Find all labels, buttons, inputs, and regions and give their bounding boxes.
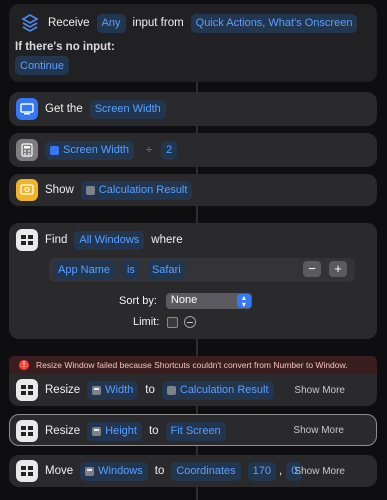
comma-separator: ,	[279, 465, 283, 477]
move-window-action[interactable]: Move Windows to Coordinates 170 , 0 Show…	[9, 455, 377, 487]
sort-by-label: Sort by:	[119, 295, 157, 307]
height-token[interactable]: Height	[87, 421, 142, 441]
find-label: Find	[45, 234, 68, 246]
show-more-button[interactable]: Show More	[294, 385, 345, 396]
show-more-button[interactable]: Show More	[293, 425, 344, 436]
input-type-token[interactable]: Any	[96, 13, 126, 33]
width-token[interactable]: Width	[87, 380, 139, 400]
all-windows-token[interactable]: All Windows	[74, 230, 145, 250]
no-input-action-token[interactable]: Continue	[15, 56, 70, 75]
resize-label: Resize	[45, 384, 81, 396]
receive-input-card: Receive Any input from Quick Actions, Wh…	[9, 4, 377, 82]
limit-checkbox[interactable]	[167, 316, 179, 328]
remove-filter-button[interactable]: −	[303, 261, 321, 277]
filter-field-token[interactable]: App Name	[53, 260, 115, 279]
resize-height-action[interactable]: Resize Height to Fit Screen Show More	[9, 414, 377, 446]
width-name: Width	[105, 384, 134, 396]
input-from-text: input from	[132, 17, 184, 29]
sort-by-dropdown[interactable]: None ▴ ▾	[165, 293, 252, 309]
operator-token[interactable]: ÷	[144, 141, 154, 160]
screen-icon	[16, 98, 38, 120]
shortcuts-icon	[19, 12, 41, 34]
filter-row: App Name is Safari − +	[49, 258, 355, 282]
calculation-result-name: Calculation Result	[179, 384, 269, 396]
calculator-mini-icon	[85, 185, 95, 195]
show-result-action[interactable]: Show Calculation Result	[9, 174, 377, 206]
window-icon	[16, 229, 38, 251]
window-mini-icon	[92, 426, 102, 436]
coordinates-token[interactable]: Coordinates	[171, 461, 241, 481]
calculate-action[interactable]: Screen Width ÷ 2	[9, 133, 377, 167]
no-input-label: If there's no input:	[15, 41, 115, 53]
height-name: Height	[105, 425, 137, 437]
error-banner: ! Resize Window failed because Shortcuts…	[9, 356, 377, 374]
calculator-icon	[16, 139, 38, 161]
screen-width-token[interactable]: Screen Width	[89, 99, 166, 119]
window-icon	[16, 379, 38, 401]
window-mini-icon	[92, 385, 102, 395]
windows-token[interactable]: Windows	[80, 461, 148, 481]
window-mini-icon	[85, 466, 95, 476]
get-the-label: Get the	[45, 103, 83, 115]
chevron-updown-icon: ▴ ▾	[236, 294, 251, 309]
move-label: Move	[45, 465, 74, 477]
where-text: where	[151, 234, 183, 246]
show-label: Show	[45, 184, 74, 196]
calculator-mini-icon	[166, 385, 176, 395]
screen-width-variable-token[interactable]: Screen Width	[45, 140, 135, 160]
quicklook-icon	[16, 179, 38, 201]
to-text: to	[154, 465, 165, 477]
add-filter-button[interactable]: +	[329, 261, 347, 277]
operand-token[interactable]: 2	[161, 140, 178, 160]
to-text: to	[148, 425, 159, 437]
window-icon	[16, 420, 38, 442]
calculation-result-token[interactable]: Calculation Result	[161, 380, 274, 400]
windows-name: Windows	[98, 465, 143, 477]
fit-screen-token[interactable]: Fit Screen	[165, 421, 226, 441]
variable-icon	[50, 145, 59, 155]
error-icon: !	[19, 360, 29, 370]
filter-operator-token[interactable]: is	[121, 260, 140, 279]
sort-by-value: None	[170, 294, 198, 306]
input-sources-token[interactable]: Quick Actions, What's Onscreen	[190, 13, 358, 33]
to-text: to	[145, 384, 155, 396]
error-message: Resize Window failed because Shortcuts c…	[36, 360, 348, 370]
limit-label: Limit:	[133, 316, 160, 328]
resize-width-action[interactable]: Resize Width to Calculation Result Show …	[9, 374, 377, 406]
show-more-button[interactable]: Show More	[294, 466, 345, 477]
variable-name: Screen Width	[63, 144, 130, 156]
resize-label: Resize	[45, 425, 81, 437]
x-coordinate-field[interactable]: 170	[247, 461, 277, 481]
receive-label: Receive	[48, 17, 90, 29]
limit-stepper-icon[interactable]	[184, 316, 197, 328]
get-screen-width-action[interactable]: Get the Screen Width	[9, 92, 377, 126]
find-windows-action[interactable]: Find All Windows where App Name is Safar…	[9, 223, 377, 339]
filter-value-token[interactable]: Safari	[146, 260, 186, 279]
calculation-result-token[interactable]: Calculation Result	[80, 180, 193, 200]
window-icon	[16, 460, 38, 482]
calculation-result-name: Calculation Result	[98, 184, 188, 196]
